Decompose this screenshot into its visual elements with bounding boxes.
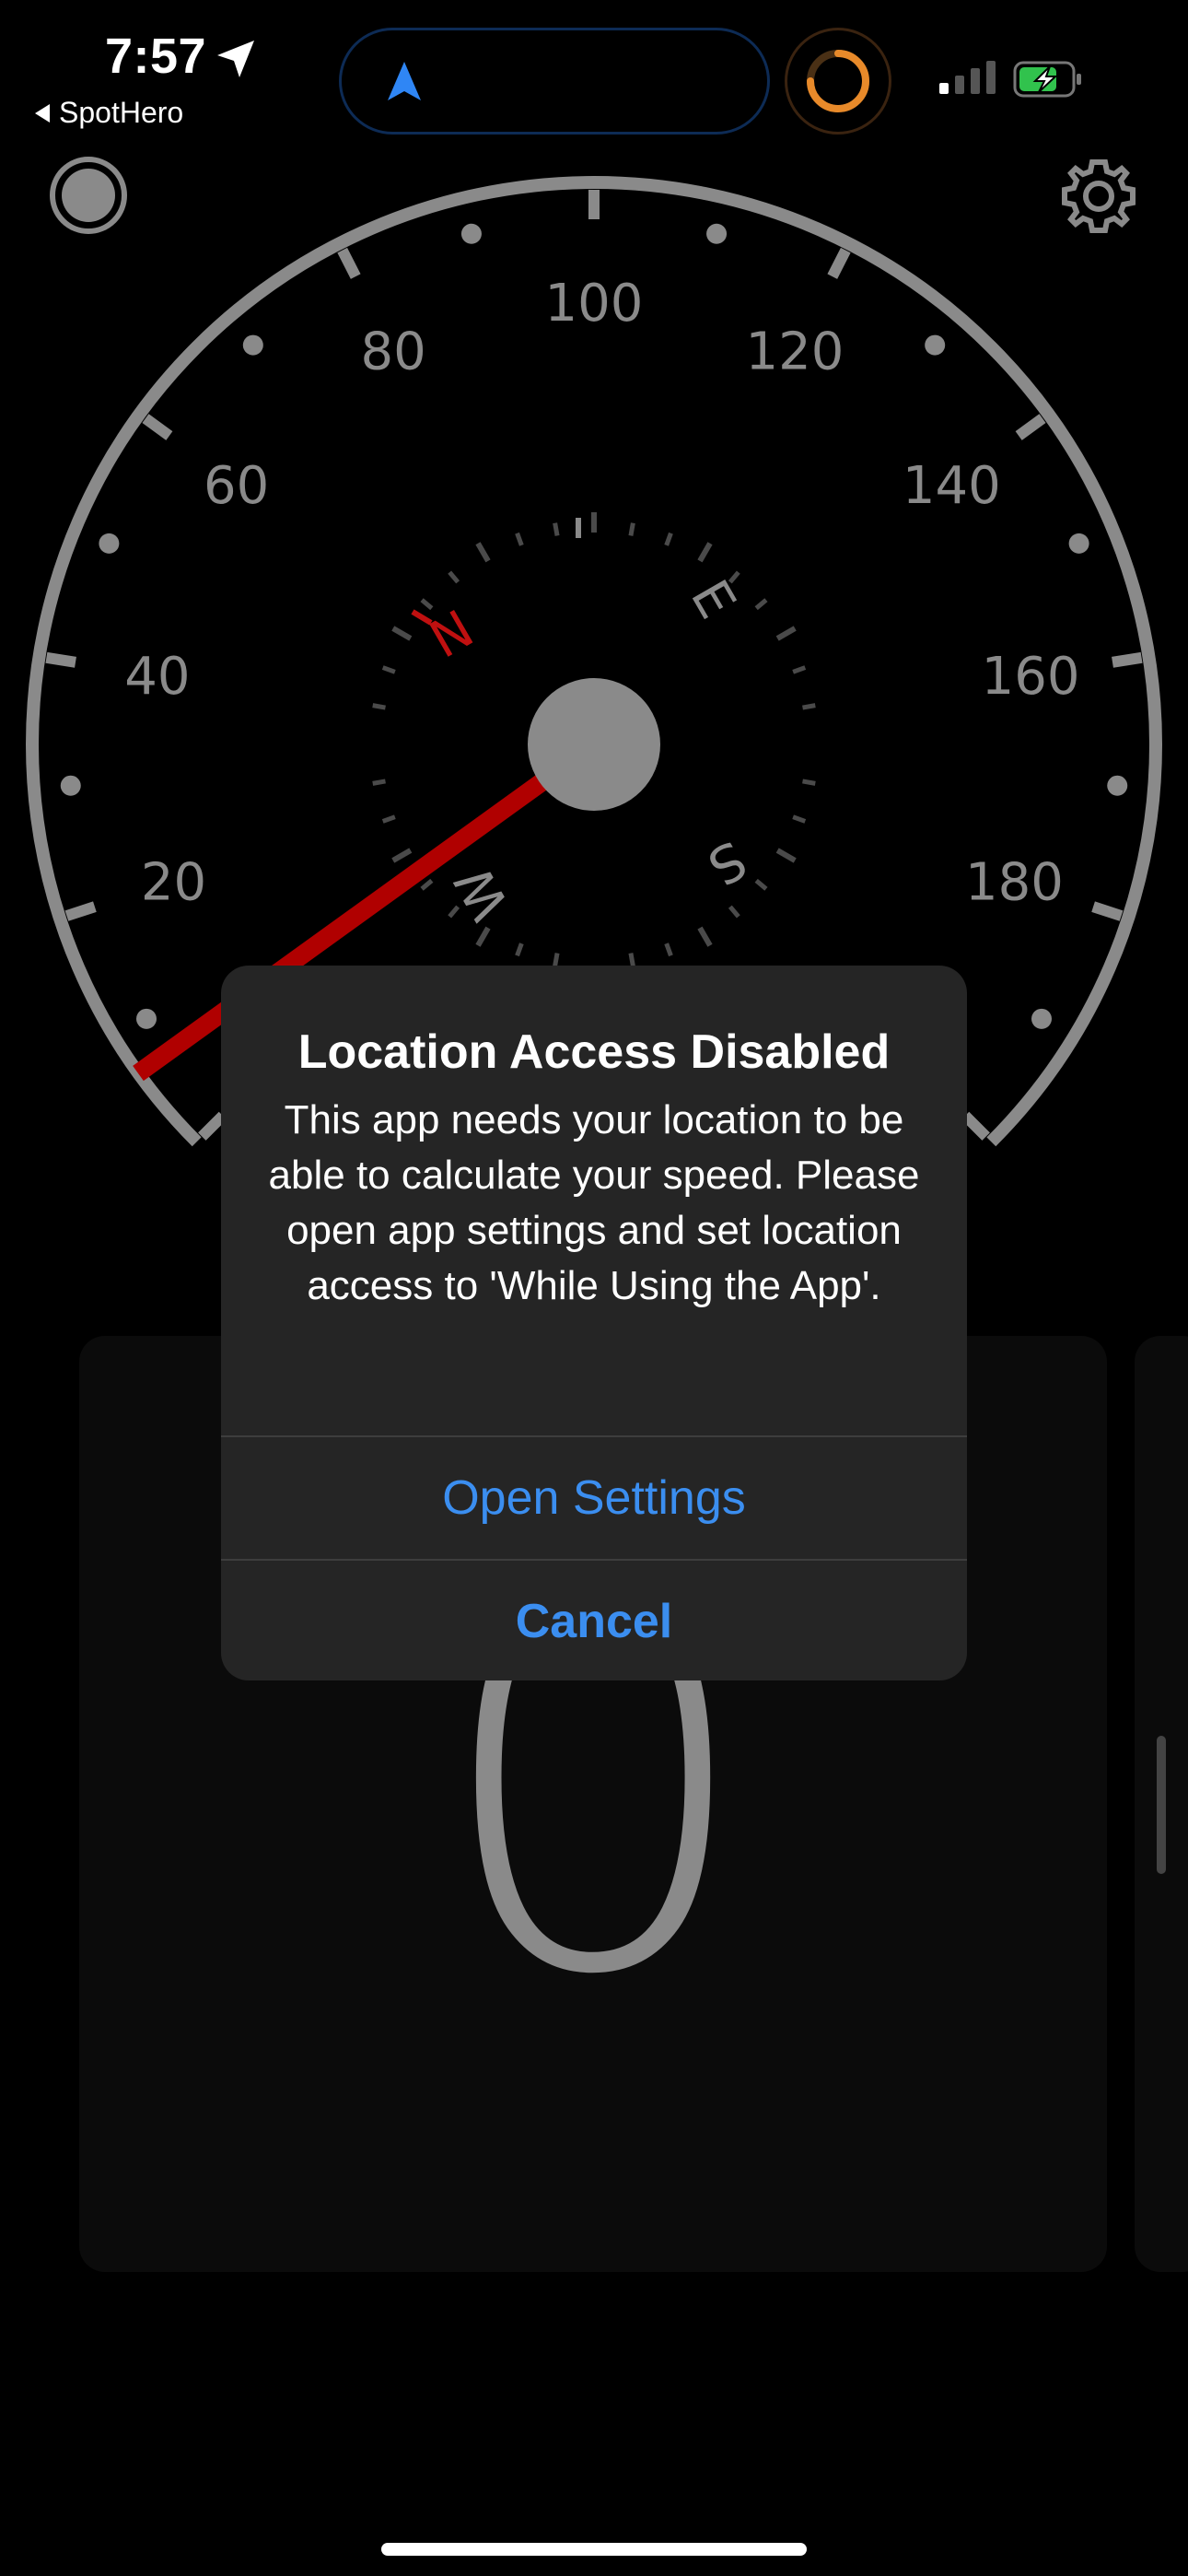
minor-tick xyxy=(1031,1008,1053,1029)
major-tick xyxy=(1112,651,1143,668)
major-tick xyxy=(142,414,173,440)
compass-north-label: N xyxy=(420,599,483,670)
alert-message: This app needs your location to be able … xyxy=(268,1097,920,1308)
minor-tick xyxy=(925,334,946,356)
compass-tick xyxy=(420,878,434,891)
compass-tick xyxy=(372,779,386,786)
minor-tick xyxy=(706,223,728,244)
minor-tick xyxy=(135,1008,157,1029)
compass-tick xyxy=(754,598,768,611)
compass-tick xyxy=(475,926,491,947)
major-tick xyxy=(64,901,97,921)
speed-label: 80 xyxy=(360,322,425,381)
major-tick xyxy=(827,247,851,279)
compass-tick xyxy=(391,626,413,641)
compass-tick xyxy=(448,570,460,584)
major-tick xyxy=(45,651,76,668)
home-indicator[interactable] xyxy=(381,2543,807,2556)
compass-tick xyxy=(553,953,560,966)
compass-tick xyxy=(728,905,740,919)
minor-tick xyxy=(1107,775,1128,796)
compass-tick xyxy=(628,953,635,966)
speed-label: 60 xyxy=(204,456,269,516)
open-settings-button[interactable]: Open Settings xyxy=(221,1437,967,1559)
minor-tick xyxy=(1068,533,1089,554)
compass-tick xyxy=(372,703,386,710)
speed-label: 160 xyxy=(982,647,1080,707)
compass-tick xyxy=(475,542,491,563)
compass-tick xyxy=(515,943,524,957)
compass-tick xyxy=(553,522,560,536)
compass-south-label: S xyxy=(698,828,756,896)
minor-tick xyxy=(242,334,263,356)
speed-label: 40 xyxy=(124,647,190,707)
major-tick xyxy=(198,1111,227,1141)
compass-tick xyxy=(697,926,713,947)
alert-title: Location Access Disabled xyxy=(297,1025,891,1079)
speed-label: 180 xyxy=(965,852,1064,912)
compass-tick xyxy=(792,665,807,674)
speed-label: 120 xyxy=(745,322,844,381)
major-tick xyxy=(1091,901,1124,921)
compass-tick xyxy=(515,532,524,546)
compass-west-label: W xyxy=(444,856,521,930)
needle-hub xyxy=(528,678,660,811)
major-tick xyxy=(961,1111,990,1141)
compass-tick xyxy=(754,878,768,891)
major-tick xyxy=(337,247,361,279)
compass-tick xyxy=(802,779,816,786)
compass-tick xyxy=(381,665,396,674)
compass-tick xyxy=(775,626,797,641)
compass-tick xyxy=(420,598,434,611)
compass-tick xyxy=(391,848,413,863)
cancel-button[interactable]: Cancel xyxy=(221,1561,967,1680)
compass-tick xyxy=(664,943,673,957)
compass-tick xyxy=(802,703,816,710)
compass-tick xyxy=(664,532,673,546)
compass-tick xyxy=(381,814,396,824)
compass-east-label: E xyxy=(679,570,747,628)
location-alert-dialog: Location Access Disabled This app needs … xyxy=(221,966,967,1680)
compass-tick xyxy=(697,542,713,563)
minor-tick xyxy=(60,775,81,796)
minor-tick xyxy=(99,533,120,554)
speed-label: 100 xyxy=(545,274,644,334)
speed-label: 20 xyxy=(141,852,206,912)
speed-label: 140 xyxy=(903,456,1001,516)
minor-tick xyxy=(460,223,482,244)
compass-tick xyxy=(775,848,797,863)
compass-tick xyxy=(792,814,807,824)
major-tick xyxy=(1015,414,1046,440)
compass-tick xyxy=(628,522,635,536)
